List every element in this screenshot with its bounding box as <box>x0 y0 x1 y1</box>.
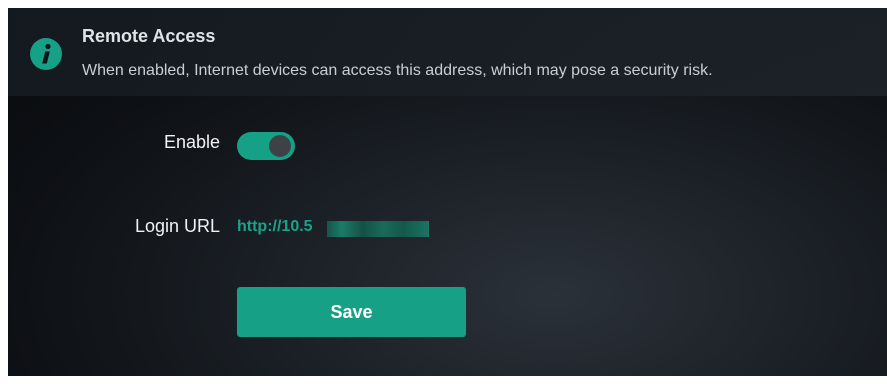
notice-description: When enabled, Internet devices can acces… <box>82 62 713 79</box>
notice-title: Remote Access <box>82 26 216 46</box>
login-url-link[interactable]: http://10.5 <box>237 218 313 236</box>
info-icon <box>30 38 62 70</box>
redacted-url-portion <box>327 221 429 237</box>
enable-label: Enable <box>163 132 220 152</box>
login-url-label: Login URL <box>134 216 220 236</box>
remote-access-panel: Remote Access When enabled, Internet dev… <box>8 8 887 376</box>
remote-access-notice: Remote Access When enabled, Internet dev… <box>8 8 887 96</box>
enable-toggle[interactable] <box>237 132 295 160</box>
save-button[interactable]: Save <box>237 287 466 337</box>
toggle-knob[interactable] <box>269 135 291 157</box>
